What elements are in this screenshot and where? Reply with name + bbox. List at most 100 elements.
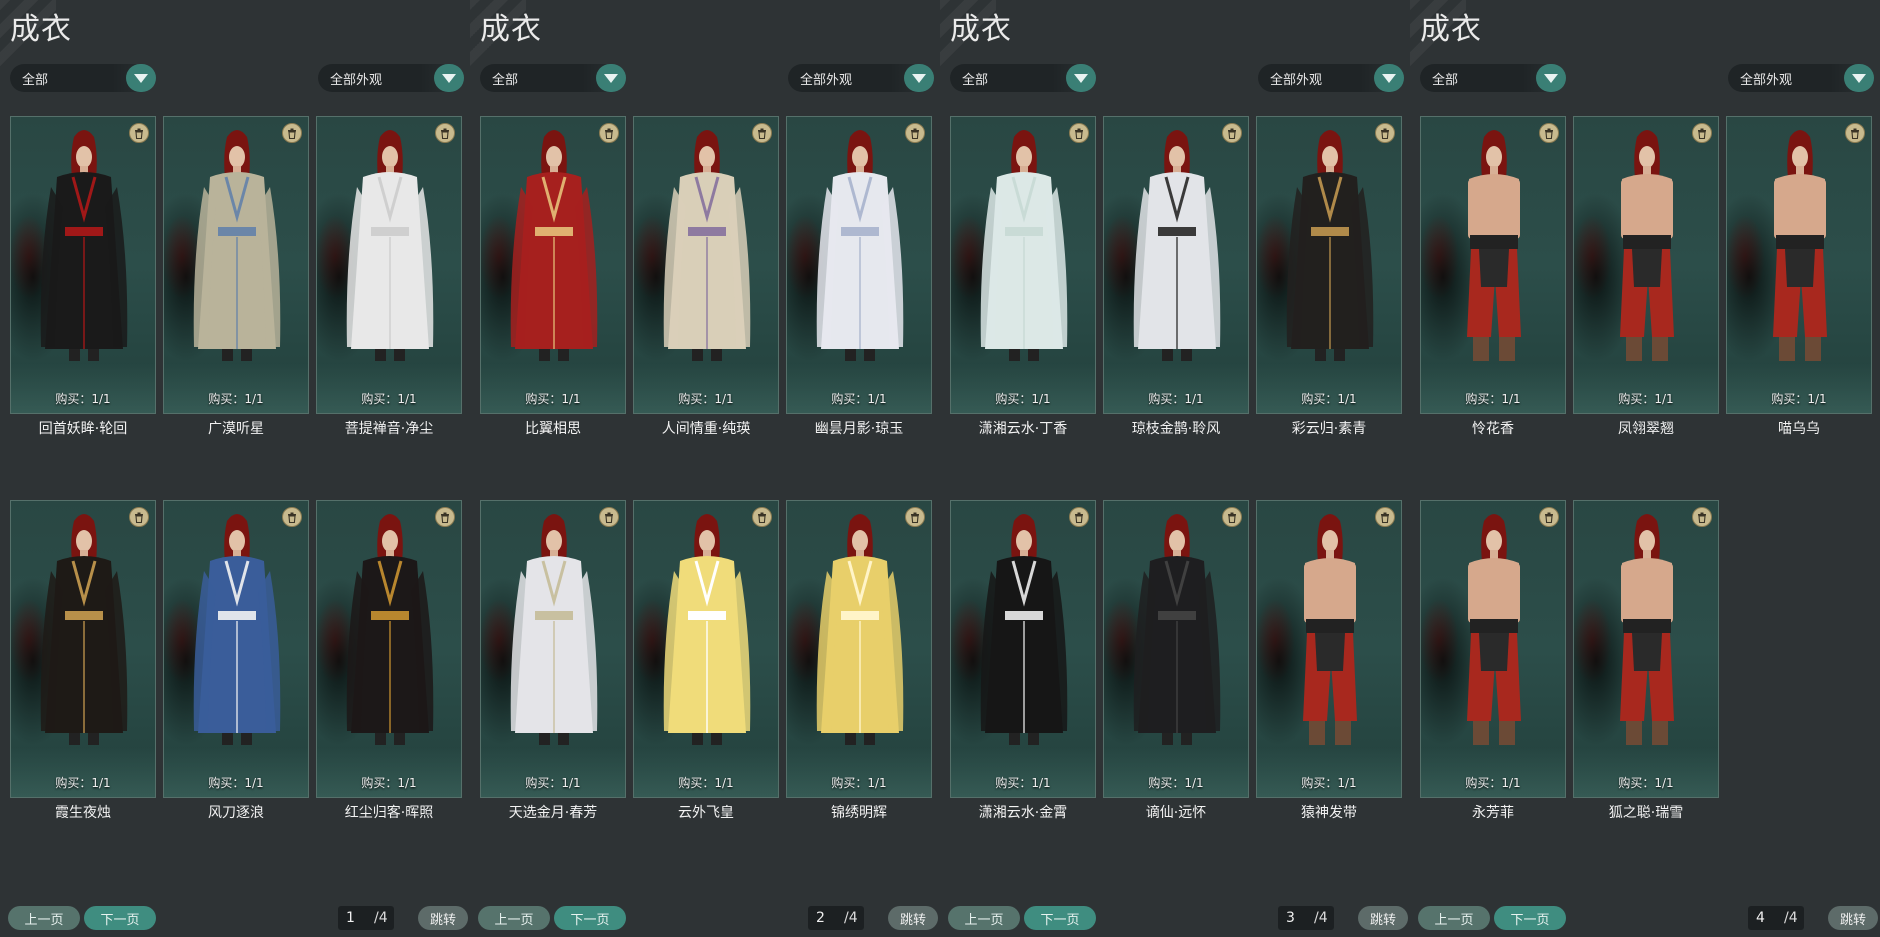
outfit-card[interactable]: 购买：1/1 (786, 116, 932, 414)
dropdown-toggle-button[interactable] (1066, 64, 1096, 92)
purchase-count: 购买：1/1 (678, 776, 734, 790)
dropdown-label: 全部 (492, 72, 519, 88)
trash-icon[interactable] (599, 123, 619, 143)
category-dropdown[interactable]: 全部 (10, 64, 156, 92)
character-preview-image (1303, 514, 1357, 745)
outfit-card[interactable]: 购买：1/1 (1256, 116, 1402, 414)
dropdown-toggle-button[interactable] (434, 64, 464, 92)
outfit-card[interactable]: 购买：1/1 (633, 500, 779, 798)
outfit-card[interactable]: 购买：1/1 (316, 116, 462, 414)
wardrobe-panel: 成衣 全部 全部外观 购买：1/1 潇湘云水·丁香 购买：1/1 琼枝金鹊·聆风 购买：1/1… (940, 0, 1410, 937)
trash-icon[interactable] (1539, 507, 1559, 527)
page-number-input[interactable]: 2/4 (808, 906, 864, 930)
outfit-card[interactable]: 购买：1/1 (1256, 500, 1402, 798)
outfit-card[interactable]: 购买：1/1 (480, 500, 626, 798)
trash-icon[interactable] (905, 123, 925, 143)
trash-icon[interactable] (1069, 507, 1089, 527)
outfit-card[interactable]: 购买：1/1 (633, 116, 779, 414)
next-page-button[interactable]: 下一页 (1024, 906, 1096, 930)
prev-page-button[interactable]: 上一页 (1418, 906, 1490, 930)
trash-icon[interactable] (1375, 507, 1395, 527)
outfit-card[interactable]: 购买：1/1 (1573, 500, 1719, 798)
outfit-name: 霞生夜烛 (55, 805, 111, 821)
trash-icon[interactable] (1692, 123, 1712, 143)
appearance-filter-dropdown[interactable]: 全部外观 (788, 64, 934, 92)
outfit-card[interactable]: 购买：1/1 (10, 500, 156, 798)
character-preview-image (1620, 130, 1674, 361)
trash-icon[interactable] (1222, 507, 1242, 527)
dropdown-label: 全部外观 (330, 72, 383, 88)
jump-button[interactable]: 跳转 (418, 906, 468, 930)
trash-icon[interactable] (752, 123, 772, 143)
outfit-card[interactable]: 购买：1/1 (480, 116, 626, 414)
trash-icon[interactable] (1539, 123, 1559, 143)
appearance-filter-dropdown[interactable]: 全部外观 (318, 64, 464, 92)
page-number-input[interactable]: 4/4 (1748, 906, 1804, 930)
trash-icon[interactable] (1069, 123, 1089, 143)
outfit-card[interactable]: 购买：1/1 (163, 116, 309, 414)
appearance-filter-dropdown[interactable]: 全部外观 (1728, 64, 1874, 92)
character-preview-image (40, 130, 128, 361)
category-dropdown[interactable]: 全部 (480, 64, 626, 92)
outfit-card[interactable]: 购买：1/1 (1573, 116, 1719, 414)
next-page-button[interactable]: 下一页 (554, 906, 626, 930)
character-preview-image (1467, 514, 1521, 745)
trash-icon[interactable] (129, 123, 149, 143)
character-preview-image (1773, 130, 1827, 361)
category-dropdown[interactable]: 全部 (950, 64, 1096, 92)
outfit-name: 凤翎翠翘 (1618, 421, 1674, 437)
purchase-count: 购买：1/1 (525, 392, 581, 406)
outfit-card[interactable]: 购买：1/1 (163, 500, 309, 798)
outfit-card[interactable]: 购买：1/1 (1103, 500, 1249, 798)
outfit-card[interactable]: 购买：1/1 (1726, 116, 1872, 414)
jump-button[interactable]: 跳转 (888, 906, 938, 930)
page-number-input[interactable]: 1/4 (338, 906, 394, 930)
outfit-card[interactable]: 购买：1/1 (950, 116, 1096, 414)
chevron-down-icon (1382, 73, 1396, 83)
prev-page-button[interactable]: 上一页 (948, 906, 1020, 930)
outfit-card[interactable]: 购买：1/1 (786, 500, 932, 798)
prev-page-button[interactable]: 上一页 (8, 906, 80, 930)
chevron-down-icon (134, 73, 148, 83)
trash-icon[interactable] (1692, 507, 1712, 527)
trash-icon[interactable] (282, 507, 302, 527)
next-page-button[interactable]: 下一页 (1494, 906, 1566, 930)
outfit-card[interactable]: 购买：1/1 (950, 500, 1096, 798)
outfit-card[interactable]: 购买：1/1 (316, 500, 462, 798)
dropdown-toggle-button[interactable] (1844, 64, 1874, 92)
dropdown-toggle-button[interactable] (904, 64, 934, 92)
trash-icon[interactable] (282, 123, 302, 143)
trash-icon[interactable] (752, 507, 772, 527)
dropdown-toggle-button[interactable] (1536, 64, 1566, 92)
purchase-count: 购买：1/1 (1618, 392, 1674, 406)
outfit-card[interactable]: 购买：1/1 (1420, 500, 1566, 798)
purchase-count: 购买：1/1 (525, 776, 581, 790)
next-page-button[interactable]: 下一页 (84, 906, 156, 930)
character-preview-image (1620, 514, 1674, 745)
trash-icon[interactable] (129, 507, 149, 527)
trash-icon[interactable] (1375, 123, 1395, 143)
trash-icon[interactable] (599, 507, 619, 527)
outfit-card[interactable]: 购买：1/1 (10, 116, 156, 414)
dropdown-toggle-button[interactable] (596, 64, 626, 92)
dropdown-toggle-button[interactable] (126, 64, 156, 92)
dropdown-toggle-button[interactable] (1374, 64, 1404, 92)
page-total: /4 (374, 910, 388, 926)
prev-page-button[interactable]: 上一页 (478, 906, 550, 930)
category-dropdown[interactable]: 全部 (1420, 64, 1566, 92)
trash-icon[interactable] (1222, 123, 1242, 143)
trash-icon[interactable] (435, 507, 455, 527)
trash-icon[interactable] (435, 123, 455, 143)
trash-icon[interactable] (905, 507, 925, 527)
jump-button[interactable]: 跳转 (1358, 906, 1408, 930)
appearance-filter-dropdown[interactable]: 全部外观 (1258, 64, 1404, 92)
outfit-card[interactable]: 购买：1/1 (1420, 116, 1566, 414)
page-current: 2 (816, 910, 825, 926)
purchase-count: 购买：1/1 (1465, 776, 1521, 790)
outfit-name: 广漠听星 (208, 421, 264, 437)
outfit-name: 怜花香 (1472, 421, 1514, 437)
page-number-input[interactable]: 3/4 (1278, 906, 1334, 930)
trash-icon[interactable] (1845, 123, 1865, 143)
outfit-card[interactable]: 购买：1/1 (1103, 116, 1249, 414)
jump-button[interactable]: 跳转 (1828, 906, 1878, 930)
